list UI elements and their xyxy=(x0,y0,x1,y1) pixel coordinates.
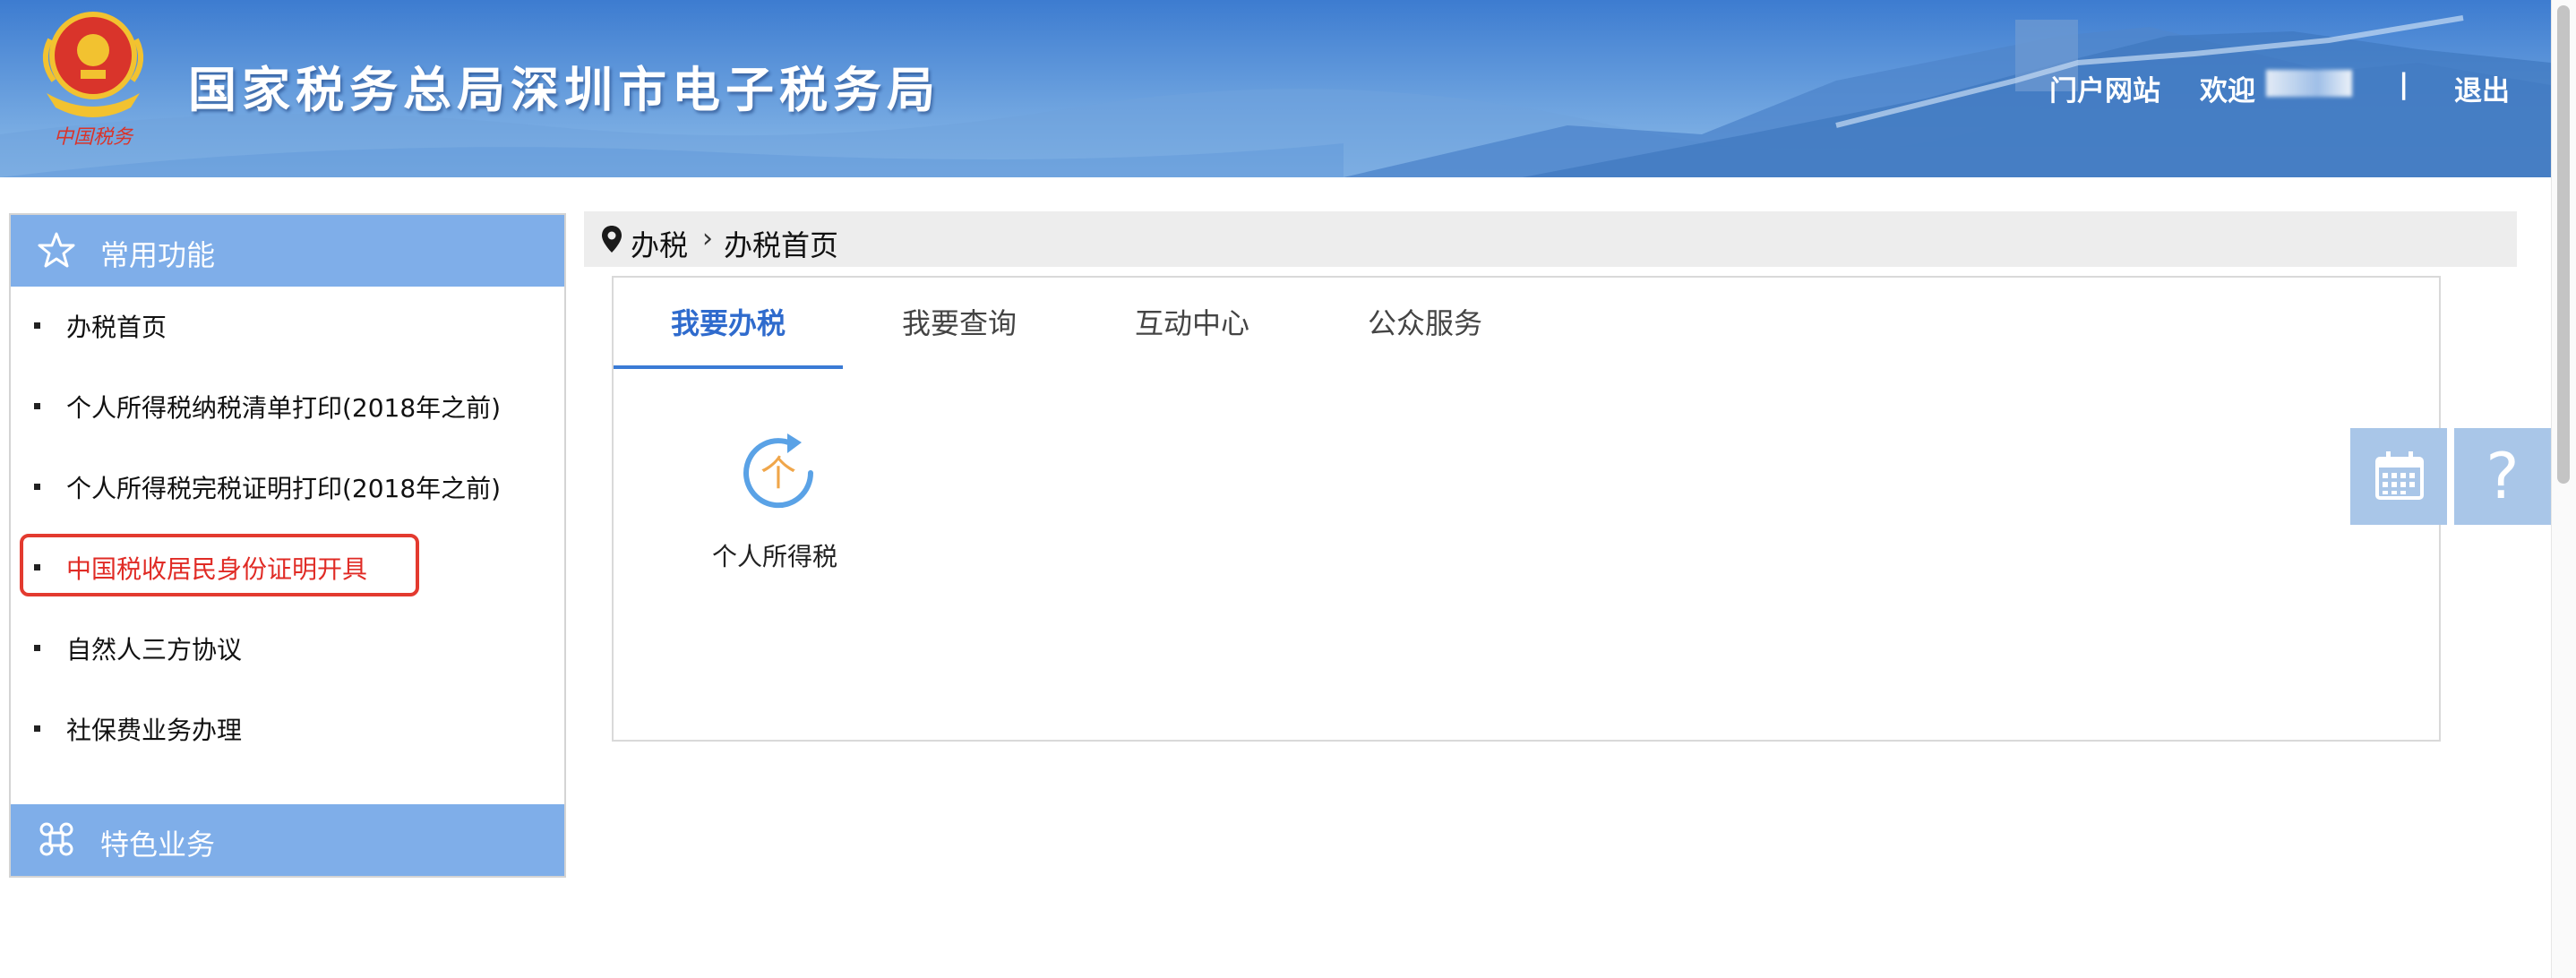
svg-text:中国税务: 中国税务 xyxy=(54,126,134,149)
calendar-icon xyxy=(2375,451,2424,500)
sidebar-item-tax-home[interactable]: 办税首页 xyxy=(11,297,564,351)
bullet-icon xyxy=(34,484,40,490)
sidebar-header-featured[interactable]: 特色业务 xyxy=(11,804,564,876)
tab-public-service[interactable]: 公众服务 xyxy=(1309,301,1541,369)
sidebar-item-label: 自然人三方协议 xyxy=(66,635,243,665)
sidebar-item-tripartite-agreement[interactable]: 自然人三方协议 xyxy=(11,620,564,673)
national-emblem-logo: 中国税务 xyxy=(42,12,144,149)
breadcrumb: 办税 › 办税首页 xyxy=(584,211,2517,267)
separator: | xyxy=(2399,68,2409,100)
main-panel: 我要办税 我要查询 互动中心 公众服务 个 个人所得税 xyxy=(612,276,2441,742)
sidebar-item-iit-statement-print[interactable]: 个人所得税纳税清单打印(2018年之前) xyxy=(11,378,564,432)
sidebar-item-social-insurance[interactable]: 社保费业务办理 xyxy=(11,700,564,754)
welcome-text: 欢迎 xyxy=(2200,75,2255,107)
sidebar-footer-label: 特色业务 xyxy=(100,828,216,862)
bullet-icon xyxy=(34,564,40,570)
logout-link[interactable]: 退出 xyxy=(2454,68,2510,108)
location-pin-icon xyxy=(602,226,622,253)
sidebar-item-label: 社保费业务办理 xyxy=(66,716,243,745)
calendar-button[interactable] xyxy=(2350,428,2447,525)
sidebar: 常用功能 办税首页 个人所得税纳税清单打印(2018年之前) 个人所得税完税证明… xyxy=(9,213,566,878)
individual-income-tax-icon: 个 xyxy=(743,433,814,509)
portal-link[interactable]: 门户网站 xyxy=(2049,68,2160,108)
svg-text:?: ? xyxy=(2486,440,2519,513)
vertical-scrollbar[interactable] xyxy=(2551,0,2576,978)
svg-text:个: 个 xyxy=(760,453,796,494)
sidebar-item-label: 个人所得税纳税清单打印(2018年之前) xyxy=(66,393,502,423)
command-icon xyxy=(39,822,73,856)
question-mark-icon: ? xyxy=(2486,440,2519,513)
service-tile-individual-income-tax[interactable]: 个 个人所得税 xyxy=(703,430,846,609)
bullet-icon xyxy=(34,725,40,732)
breadcrumb-separator: › xyxy=(702,223,713,254)
bullet-icon xyxy=(34,322,40,329)
tab-query[interactable]: 我要查询 xyxy=(843,301,1076,369)
help-button[interactable]: ? xyxy=(2454,428,2551,525)
bullet-icon xyxy=(34,403,40,409)
star-icon xyxy=(38,232,75,268)
tab-bar: 我要办税 我要查询 互动中心 公众服务 xyxy=(614,278,2439,369)
breadcrumb-level1[interactable]: 办税 xyxy=(631,223,688,264)
top-links: 门户网站 欢迎 | 退出 xyxy=(2049,63,2551,107)
scrollbar-thumb[interactable] xyxy=(2557,5,2570,484)
tab-interaction-center[interactable]: 互动中心 xyxy=(1076,301,1309,369)
sidebar-item-iit-certificate-print[interactable]: 个人所得税完税证明打印(2018年之前) xyxy=(11,459,564,512)
sidebar-item-label: 个人所得税完税证明打印(2018年之前) xyxy=(66,474,502,503)
sidebar-item-label: 中国税收居民身份证明开具 xyxy=(66,554,368,584)
tab-tax-filing[interactable]: 我要办税 xyxy=(614,301,843,369)
blurred-username xyxy=(2266,70,2352,97)
breadcrumb-level2: 办税首页 xyxy=(724,228,839,262)
service-tile-label: 个人所得税 xyxy=(711,542,837,571)
sidebar-header-common[interactable]: 常用功能 xyxy=(11,215,564,287)
site-header: 中国税务 国家税务总局深圳市电子税务局 门户网站 欢迎 | 退出 xyxy=(0,0,2551,177)
sidebar-item-label: 办税首页 xyxy=(66,313,167,342)
sidebar-item-tax-residency-certificate[interactable]: 中国税收居民身份证明开具 xyxy=(11,534,564,596)
sidebar-header-label: 常用功能 xyxy=(100,238,216,272)
site-title: 国家税务总局深圳市电子税务局 xyxy=(188,62,940,118)
bullet-icon xyxy=(34,645,40,651)
